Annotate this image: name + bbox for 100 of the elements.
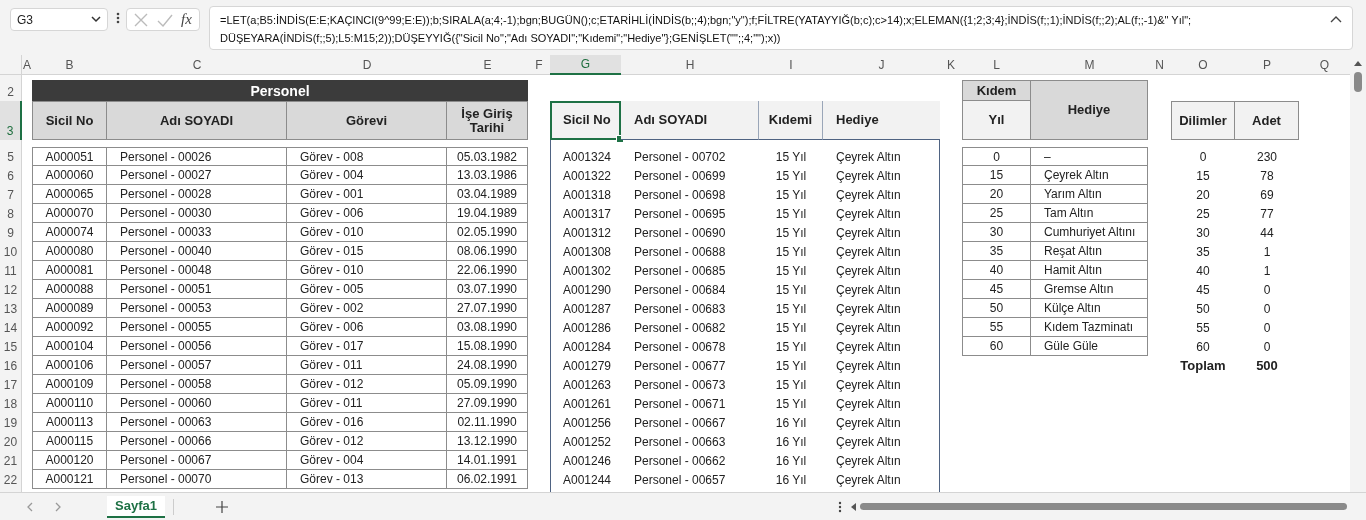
row-header[interactable]: 21 <box>0 451 22 470</box>
row-header[interactable]: 17 <box>0 375 22 394</box>
column-header[interactable]: B <box>32 55 107 75</box>
table-cell: A000065 <box>32 185 107 204</box>
formula-field[interactable]: =LET(a;B5:İNDİS(E:E;KAÇINCI(9^99;E:E));b;SIRALA(a;4;-1);bgn;BUGÜN();c;ETARİHLİ(İNDİS(b;;4);bgn;"y");f;FİLTRE(YATAYYIĞ(b;c);c>14);x;ELEMAN({1;2;3;4};İNDİS(f;;1);İNDİS(f;;2);AL(f;;-1)&" Yıl"; DÜŞEYARA(İNDİS(f;;5);L5:M15;2));DÜŞEYYIĞ({"Sicil No";"Adı SOYADI";"Kıdemi";"Hediye"};GENİŞLET("";;4;"");x)) <box>209 6 1353 50</box>
horizontal-scrollbar[interactable] <box>849 501 1347 512</box>
column-header[interactable]: P <box>1235 55 1299 75</box>
column-header[interactable]: D <box>287 55 447 75</box>
table-cell: Görev - 010 <box>287 223 447 242</box>
row-header[interactable]: 14 <box>0 318 22 337</box>
scroll-thumb[interactable] <box>1354 72 1362 92</box>
row-header[interactable]: 3 <box>0 101 22 140</box>
table-cell-text: A001318 <box>562 186 613 204</box>
table-cell: Tam Altın <box>1031 204 1148 223</box>
column-header[interactable]: C <box>107 55 287 75</box>
table-cell-text: Personel - 00657 <box>633 471 727 489</box>
table-cell: A000092 <box>32 318 107 337</box>
scroll-left-icon[interactable] <box>849 501 857 512</box>
column-header[interactable]: F <box>528 55 550 75</box>
name-box[interactable]: G3 <box>10 8 108 31</box>
table-cell: 20 <box>962 185 1031 204</box>
table-cell: A000106 <box>32 356 107 375</box>
next-sheet-icon[interactable] <box>54 501 62 512</box>
row-header[interactable]: 12 <box>0 280 22 299</box>
column-header[interactable]: M <box>1031 55 1148 75</box>
table-cell: Görev - 011 <box>287 356 447 375</box>
row-header[interactable]: 22 <box>0 470 22 489</box>
more-options-icon[interactable] <box>116 12 120 24</box>
table-cell: 08.06.1990 <box>447 242 528 261</box>
table-cell-text: Çeyrek Altın <box>835 433 902 451</box>
row-header[interactable]: 8 <box>0 204 22 223</box>
column-header[interactable]: Q <box>1299 55 1350 75</box>
collapse-icon[interactable] <box>1330 15 1342 24</box>
table-cell-text: 40 <box>1195 262 1211 280</box>
table-cell-text: 78 <box>1259 167 1275 185</box>
column-header[interactable]: I <box>759 55 823 75</box>
row-header[interactable]: 15 <box>0 337 22 356</box>
table-cell: Personel - 00051 <box>107 280 287 299</box>
table-cell: A000115 <box>32 432 107 451</box>
row-header[interactable]: 6 <box>0 166 22 185</box>
scroll-up-icon[interactable] <box>1352 59 1364 68</box>
row-header[interactable]: 7 <box>0 185 22 204</box>
column-header[interactable]: N <box>1148 55 1171 75</box>
vertical-scrollbar[interactable] <box>1350 55 1366 492</box>
more-options-icon[interactable] <box>837 500 842 513</box>
table-cell: 19.04.1989 <box>447 204 528 223</box>
row-header[interactable]: 10 <box>0 242 22 261</box>
table-cell: Görev - 017 <box>287 337 447 356</box>
scroll-thumb[interactable] <box>859 503 1347 510</box>
chevron-down-icon[interactable] <box>91 16 101 23</box>
table-cell-text: Çeyrek Altın <box>835 338 902 356</box>
table-cell-text: A001324 <box>562 148 613 166</box>
table-cell-text: A001263 <box>562 376 613 394</box>
add-sheet-icon[interactable] <box>215 500 228 513</box>
table-cell-text: 15 Yıl <box>774 300 808 318</box>
table-cell-text: 15 Yıl <box>774 148 808 166</box>
previous-sheet-icon[interactable] <box>26 501 34 512</box>
table-cell-text: 15 <box>1195 167 1211 185</box>
table-cell: A000088 <box>32 280 107 299</box>
table-cell: A000070 <box>32 204 107 223</box>
row-header[interactable]: 16 <box>0 356 22 375</box>
column-header[interactable]: O <box>1171 55 1235 75</box>
sheet-tab[interactable]: Sayfa1 <box>107 495 165 518</box>
table-cell-text: Çeyrek Altın <box>835 376 902 394</box>
column-header[interactable]: H <box>621 55 759 75</box>
table-cell: Personel - 00048 <box>107 261 287 280</box>
column-header[interactable]: J <box>823 55 940 75</box>
check-icon[interactable] <box>156 12 173 27</box>
row-header[interactable]: 13 <box>0 299 22 318</box>
table-cell-text: Personel - 00698 <box>633 186 727 204</box>
column-header[interactable]: G <box>550 55 621 75</box>
row-header[interactable]: 18 <box>0 394 22 413</box>
column-header[interactable]: K <box>940 55 962 75</box>
cancel-icon[interactable] <box>134 12 149 27</box>
table-cell: 25 <box>962 204 1031 223</box>
table-title: Personel <box>32 80 528 101</box>
row-header[interactable]: 20 <box>0 432 22 451</box>
table-cell: Görev - 005 <box>287 280 447 299</box>
row-header[interactable]: 5 <box>0 147 22 166</box>
column-header[interactable]: L <box>962 55 1031 75</box>
row-header[interactable]: 9 <box>0 223 22 242</box>
row-header[interactable]: 11 <box>0 261 22 280</box>
row-header[interactable]: 19 <box>0 413 22 432</box>
table-cell-text: Çeyrek Altın <box>835 262 902 280</box>
table-cell-text: Personel - 00684 <box>633 281 727 299</box>
row-header[interactable]: 2 <box>0 80 22 101</box>
table-cell: 27.07.1990 <box>447 299 528 318</box>
table-cell: 50 <box>962 299 1031 318</box>
table-cell-text: Çeyrek Altın <box>835 471 902 489</box>
table-cell: 03.07.1990 <box>447 280 528 299</box>
column-heading: Adet <box>1235 101 1299 140</box>
table-cell-text: Personel - 00682 <box>633 319 727 337</box>
table-cell-text: Personel - 00688 <box>633 243 727 261</box>
table-cell-text: Çeyrek Altın <box>835 205 902 223</box>
column-header[interactable]: E <box>447 55 528 75</box>
table-cell: 03.08.1990 <box>447 318 528 337</box>
table-cell-text: Çeyrek Altın <box>835 300 902 318</box>
insert-function-button[interactable]: fx <box>180 11 192 28</box>
table-cell-text: Personel - 00702 <box>633 148 727 166</box>
table-cell: 0 <box>962 147 1031 166</box>
